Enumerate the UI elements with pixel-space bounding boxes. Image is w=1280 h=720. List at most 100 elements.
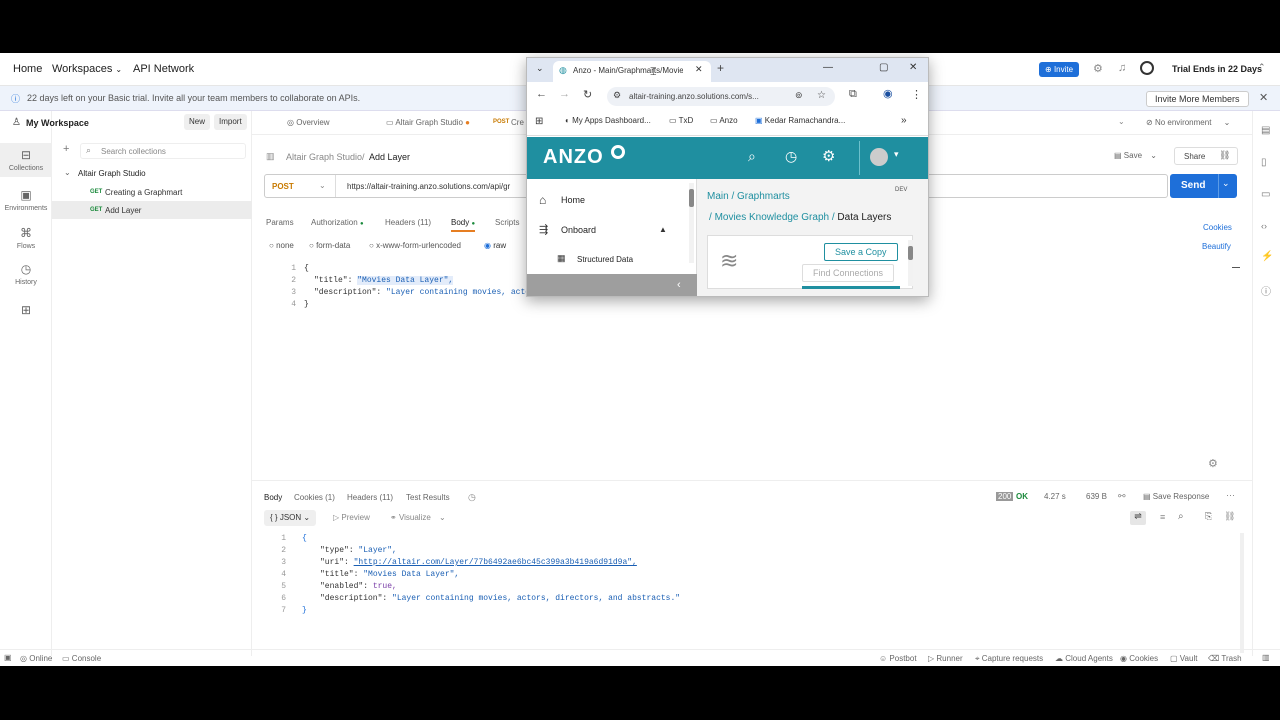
radio-form-data[interactable]: ○ form-data [309, 241, 350, 250]
tab-authorization[interactable]: Authorization ● [311, 218, 364, 227]
close-window-icon[interactable]: ✕ [909, 62, 917, 73]
cookies-button[interactable]: ◉ Cookies [1120, 654, 1158, 663]
extensions-icon[interactable]: ⧉ [849, 88, 857, 101]
invite-more-button[interactable]: Invite More Members [1146, 91, 1249, 107]
console-button[interactable]: ▭ Console [62, 654, 101, 663]
more-icon[interactable]: ⋯ [1226, 490, 1235, 501]
rail-environments[interactable]: ▣ Environments [0, 183, 52, 217]
radio-urlencoded[interactable]: ○ x-www-form-urlencoded [369, 241, 461, 250]
send-button[interactable]: Send ⌄ [1170, 174, 1237, 198]
radio-raw[interactable]: ◉ raw [484, 241, 506, 250]
docs-icon[interactable]: ▤ [1261, 125, 1270, 136]
visualize-button[interactable]: ⚭ Visualize ⌄ [390, 513, 446, 522]
related-icon[interactable]: ⚡ [1261, 251, 1273, 262]
nav-home[interactable]: Home [561, 195, 585, 205]
cloud-agents-button[interactable]: ☁ Cloud Agents [1055, 654, 1113, 663]
trash-button[interactable]: ⌫ Trash [1208, 654, 1242, 663]
browser-tab[interactable]: ◍ Anzo - Main/Graphmarts/Movie ✕ [553, 61, 711, 82]
resp-tab-headers[interactable]: Headers (11) [347, 493, 393, 502]
rail-configure[interactable]: ⊞ [0, 303, 52, 323]
chevron-down-icon[interactable]: ⌄ [1118, 117, 1125, 126]
settings-icon[interactable]: ⚙ [1208, 457, 1218, 470]
anzo-breadcrumb[interactable]: Main / Graphmarts [707, 191, 790, 202]
url-input[interactable]: https://altair-training.anzo.solutions.c… [347, 182, 510, 191]
save-response-button[interactable]: ▤ Save Response [1143, 492, 1209, 501]
lens-icon[interactable]: ⊚ [795, 90, 803, 101]
chevron-down-icon[interactable]: ▾ [894, 149, 899, 160]
network-icon[interactable]: ⚯ [1118, 491, 1126, 502]
list-item[interactable]: GET Creating a Graphmart [52, 183, 252, 201]
history-icon[interactable]: ◷ [785, 148, 797, 165]
file-icon[interactable]: ▯ [1261, 157, 1267, 168]
scrollbar-thumb[interactable] [689, 189, 694, 207]
tab-scripts[interactable]: Scripts [495, 218, 519, 227]
breadcrumb-link[interactable]: Movies Knowledge Graph [715, 212, 830, 223]
breadcrumb-parent[interactable]: Altair Graph Studio [286, 152, 362, 162]
tab-altair[interactable]: ▭ Altair Graph Studio ● [386, 118, 470, 127]
chevron-down-icon[interactable]: ⌄ [64, 168, 71, 177]
sidebar-toggle-icon[interactable]: ▣ [4, 653, 12, 662]
chevron-left-icon[interactable]: ‹ [677, 279, 681, 291]
star-icon[interactable]: ☆ [817, 90, 826, 101]
search-box[interactable]: ⌕ Search collections [80, 143, 246, 159]
bell-icon[interactable]: ♫ [1118, 62, 1126, 74]
tab-headers[interactable]: Headers (11) [385, 218, 431, 227]
back-icon[interactable]: ← [536, 88, 547, 100]
beautify-link[interactable]: Beautify [1202, 242, 1231, 251]
chevron-down-icon[interactable]: ⌄ [1222, 178, 1230, 189]
format-select[interactable]: { } JSON ⌄ [264, 510, 317, 526]
gear-icon[interactable]: ⚙ [1093, 62, 1103, 75]
scrollbar-thumb[interactable] [908, 246, 913, 260]
find-connections-button[interactable]: Find Connections [802, 264, 895, 282]
new-button[interactable]: New [184, 114, 211, 130]
menu-icon[interactable]: ⋮ [911, 88, 922, 101]
link-icon[interactable]: ⛓ [1224, 511, 1235, 522]
scrollbar[interactable] [908, 240, 913, 286]
code-link[interactable]: "http://altair.com/Layer/77b6492ae6bc45c… [354, 558, 637, 567]
avatar[interactable] [1140, 61, 1154, 75]
nav-structured-data[interactable]: Structured Data [577, 255, 633, 264]
link-icon[interactable]: ⛓ [1219, 150, 1230, 161]
nav-onboard[interactable]: Onboard [561, 225, 596, 235]
online-status[interactable]: ◎ Online [20, 654, 52, 663]
radio-none[interactable]: ○ none [269, 241, 294, 250]
info-icon[interactable]: ⓘ [1261, 283, 1271, 298]
history-icon[interactable]: ◷ [468, 492, 476, 503]
copy-icon[interactable]: ⎘ [1205, 511, 1212, 522]
profile-icon[interactable]: ◉ [883, 87, 893, 100]
tab-body[interactable]: Body ● [451, 218, 476, 232]
save-copy-button[interactable]: Save a Copy [824, 243, 898, 261]
forward-icon[interactable]: → [559, 88, 570, 100]
close-icon[interactable]: ✕ [695, 64, 703, 75]
capture-button[interactable]: ⌖ Capture requests [975, 654, 1043, 664]
search-icon[interactable]: ⌕ [1178, 511, 1184, 522]
rail-history[interactable]: ◷ History [0, 257, 52, 291]
close-icon[interactable]: ✕ [1259, 91, 1268, 104]
apps-icon[interactable]: ⊞ [535, 116, 543, 127]
environment-select[interactable]: ⊘ No environment ⌄ [1146, 118, 1230, 127]
filter-icon[interactable]: ≡ [1160, 512, 1165, 522]
list-item[interactable]: GET Add Layer [52, 201, 252, 219]
maximize-icon[interactable]: ▢ [879, 62, 888, 73]
breadcrumb-current[interactable]: Add Layer [369, 152, 410, 162]
tab-post-method[interactable]: POST [493, 119, 509, 125]
collapse-icon[interactable]: ▲ [659, 225, 667, 234]
anzo-logo[interactable]: ANZO [543, 146, 604, 169]
tab-overview[interactable]: ◎ Overview [287, 118, 330, 127]
tab-params[interactable]: Params [266, 218, 294, 227]
bookmark-item[interactable]: ▭ TxD [669, 116, 693, 125]
bookmark-item[interactable]: ▣ Kedar Ramachandra... [755, 116, 845, 125]
workspace-name[interactable]: My Workspace [26, 118, 89, 128]
rail-flows[interactable]: ⌘ Flows [0, 221, 52, 255]
vault-button[interactable]: ▢ Vault [1170, 654, 1197, 663]
layout-icon[interactable]: ▥ [1262, 653, 1270, 662]
address-text[interactable]: altair-training.anzo.solutions.com/s... [629, 92, 789, 101]
wrap-icon[interactable]: ⇌ [1130, 511, 1146, 525]
bookmark-item[interactable]: ◐ My Apps Dashboard... [565, 116, 651, 125]
cookies-link[interactable]: Cookies [1203, 223, 1232, 232]
bookmark-item[interactable]: ▭ Anzo [710, 116, 738, 125]
save-button[interactable]: ▤ Save ⌄ [1114, 151, 1157, 160]
response-body[interactable]: 1{ 2 "type": "Layer", 3 "uri": "http://alt… [262, 533, 1232, 623]
reload-icon[interactable]: ↻ [583, 88, 592, 101]
chevron-up-icon[interactable]: ⌃ [1258, 62, 1266, 73]
